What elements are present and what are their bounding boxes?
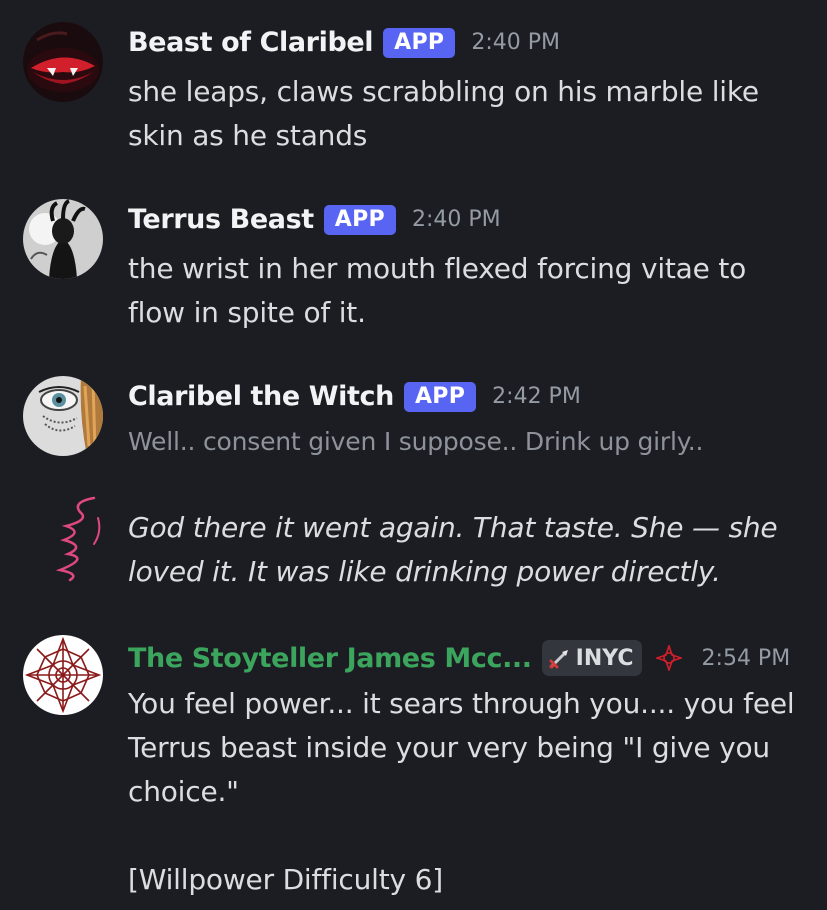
avatar[interactable] [23,22,103,102]
avatar-image [23,376,103,456]
app-badge: APP [323,204,396,235]
username[interactable]: Terrus Beast [128,204,314,235]
app-badge: APP [383,27,456,58]
avatar[interactable] [23,376,103,456]
message-header: Terrus Beast APP 2:40 PM [128,204,501,235]
message-text-2: [Willpower Difficulty 6] [128,863,443,896]
message-text: Well.. consent given I suppose.. Drink u… [128,427,704,456]
app-badge: APP [403,381,477,412]
avatar-image [23,199,103,279]
message-header: Beast of Claribel APP 2:40 PM [128,27,560,58]
message-text: she leaps, claws scrabbling on his marbl… [128,75,759,152]
username[interactable]: The Stoyteller James Mcc... [128,643,532,674]
message-text: You feel power... it sears through you..… [128,687,795,808]
role-icon[interactable] [655,645,682,671]
role-tag[interactable]: INYC [541,640,642,676]
message-continuation-text: God there it went again. That taste. She… [128,511,778,588]
message-header: The Stoyteller James Mcc... INYC 2:54 PM [128,640,790,676]
red-sigil-icon [655,645,682,671]
message-header: Claribel the Witch APP 2:42 PM [128,381,581,412]
message-text: the wrist in her mouth flexed forcing vi… [128,252,747,329]
avatar-image [23,22,103,102]
timestamp[interactable]: 2:40 PM [471,30,560,55]
timestamp[interactable]: 2:40 PM [412,207,501,232]
sword-icon [549,650,568,669]
timestamp[interactable]: 2:42 PM [492,384,581,409]
avatar-image [23,635,103,715]
timestamp[interactable]: 2:54 PM [702,646,791,671]
username[interactable]: Claribel the Witch [128,381,394,412]
username[interactable]: Beast of Claribel [128,27,374,58]
hand-drawn-doodle-icon [50,492,112,588]
avatar[interactable] [23,635,103,715]
avatar[interactable] [23,199,103,279]
doodle-image [55,496,101,582]
role-tag-label: INYC [575,645,634,671]
